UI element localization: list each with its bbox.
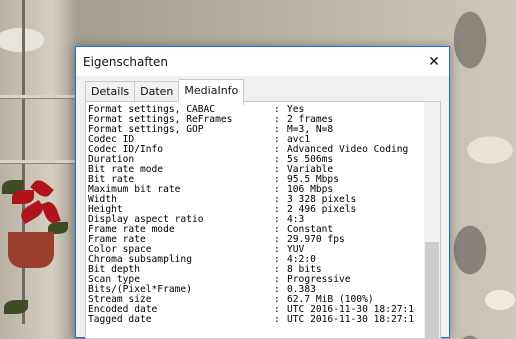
- plant-leaf: [4, 300, 28, 314]
- window-title: Eigenschaften: [83, 54, 169, 69]
- properties-window: Eigenschaften ✕ Details Daten MediaInfo …: [75, 46, 450, 339]
- poinsettia-petal: [12, 190, 34, 204]
- glass-shelf: [0, 160, 75, 163]
- title-bar[interactable]: Eigenschaften ✕: [76, 47, 449, 76]
- mediainfo-row: Bit rate mode: Variable: [88, 165, 420, 175]
- mediainfo-row: Format settings, GOP: M=3, N=8: [88, 125, 420, 135]
- close-icon: ✕: [428, 53, 440, 70]
- close-button[interactable]: ✕: [419, 47, 449, 76]
- mediainfo-text[interactable]: Format settings, CABAC: Yes Format setting…: [88, 105, 420, 338]
- flower-pot: [8, 232, 54, 268]
- tab-mediainfo[interactable]: MediaInfo: [179, 79, 245, 105]
- tab-strip: Details Daten MediaInfo: [85, 79, 245, 105]
- tab-daten[interactable]: Daten: [135, 81, 180, 103]
- mediainfo-row: Maximum bit rate:106 Mbps: [88, 185, 420, 195]
- mediainfo-row: Codec ID/Info: Advanced Video Coding: [88, 145, 420, 155]
- glass-shelf: [0, 95, 75, 98]
- mediainfo-panel: Format settings, CABAC: Yes Format setting…: [85, 101, 441, 339]
- vertical-scrollbar[interactable]: [424, 102, 440, 338]
- mediainfo-row: Width:3 328 pixels: [88, 195, 420, 205]
- tab-details[interactable]: Details: [85, 81, 136, 103]
